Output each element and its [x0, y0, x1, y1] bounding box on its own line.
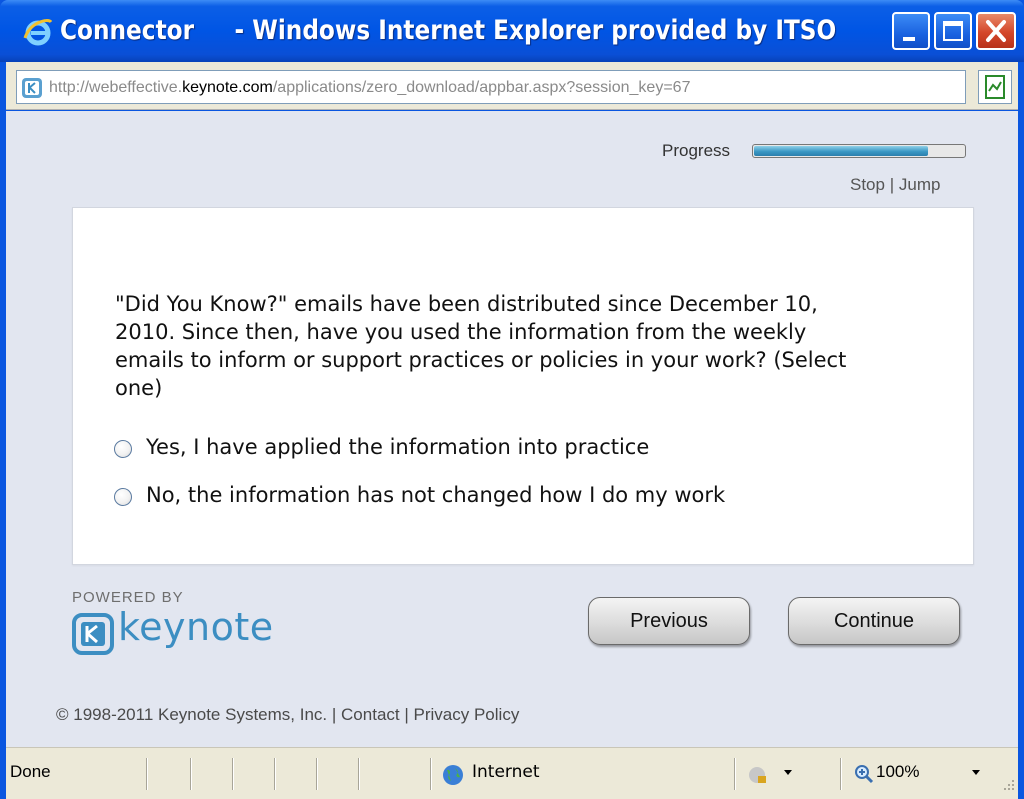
zoom-icon[interactable] — [854, 764, 874, 784]
footer: © 1998-2011 Keynote Systems, Inc. | Cont… — [56, 705, 519, 725]
stop-link[interactable]: Stop — [850, 175, 885, 194]
copyright-text: © 1998-2011 Keynote Systems, Inc. — [56, 705, 328, 724]
radio-button-no[interactable] — [114, 488, 132, 506]
option-yes[interactable]: Yes, I have applied the information into… — [114, 431, 649, 463]
status-separator — [358, 758, 359, 790]
progress-fill — [754, 146, 928, 156]
continue-button[interactable]: Continue — [788, 597, 960, 645]
nav-separator: | — [889, 175, 895, 194]
progress-bar — [752, 144, 966, 158]
status-separator — [840, 758, 841, 790]
keynote-logo-text: keynote — [118, 605, 274, 649]
url-domain: keynote.com — [182, 79, 273, 96]
maximize-button[interactable] — [934, 12, 972, 50]
browser-window: Connector - Windows Internet Explorer pr… — [0, 0, 1024, 799]
url-suffix: /applications/zero_download/appbar.aspx?… — [272, 79, 691, 96]
option-yes-label: Yes, I have applied the information into… — [146, 435, 650, 459]
ie-logo-icon — [23, 19, 53, 46]
previous-button[interactable]: Previous — [588, 597, 750, 645]
nav-links: Stop | Jump — [850, 175, 940, 195]
zoom-level[interactable]: 100% — [876, 762, 919, 782]
globe-icon — [443, 765, 463, 785]
window-title: Connector - Windows Internet Explorer pr… — [60, 15, 837, 46]
url-text: http://webeffective.keynote.com/applicat… — [49, 71, 959, 105]
keynote-favicon-icon — [22, 78, 42, 98]
chevron-down-icon[interactable] — [972, 770, 980, 775]
compatibility-view-icon — [985, 75, 1005, 99]
minimize-button[interactable] — [892, 12, 930, 50]
status-separator — [232, 758, 233, 790]
jump-link[interactable]: Jump — [899, 175, 941, 194]
status-separator — [734, 758, 735, 790]
question-text: "Did You Know?" emails have been distrib… — [115, 292, 847, 400]
footer-separator: | — [404, 705, 409, 724]
resize-grip-icon[interactable] — [1000, 776, 1016, 792]
status-bar: Done Internet 100% — [6, 747, 1018, 799]
contact-link[interactable]: Contact — [341, 705, 400, 724]
minimize-icon — [903, 37, 915, 41]
status-separator — [274, 758, 275, 790]
close-icon — [986, 20, 1006, 42]
compatibility-view-button[interactable] — [978, 70, 1012, 104]
close-button[interactable] — [976, 12, 1016, 50]
status-separator — [146, 758, 147, 790]
security-zone-text: Internet — [472, 762, 540, 782]
progress-label: Progress — [662, 141, 731, 160]
url-prefix: http://webeffective. — [49, 79, 183, 96]
page-content: Progress Stop | Jump "Did You Know?" ema… — [6, 111, 1018, 747]
chevron-down-icon[interactable] — [784, 770, 792, 775]
status-separator — [190, 758, 191, 790]
maximize-icon — [943, 21, 963, 41]
powered-by-label: POWERED BY — [72, 589, 184, 606]
status-separator — [316, 758, 317, 790]
privacy-policy-link[interactable]: Privacy Policy — [414, 705, 520, 724]
keynote-logo-icon — [72, 613, 114, 655]
option-no-label: No, the information has not changed how … — [146, 483, 726, 507]
status-text: Done — [10, 762, 51, 781]
url-field[interactable]: http://webeffective.keynote.com/applicat… — [16, 70, 966, 104]
title-bar[interactable]: Connector - Windows Internet Explorer pr… — [0, 0, 1024, 62]
radio-button-yes[interactable] — [114, 440, 132, 458]
footer-separator: | — [331, 705, 337, 724]
option-no[interactable]: No, the information has not changed how … — [114, 479, 725, 511]
protected-mode-icon[interactable] — [748, 766, 768, 786]
question-panel: "Did You Know?" emails have been distrib… — [72, 207, 974, 565]
status-separator — [430, 758, 431, 790]
address-bar: http://webeffective.keynote.com/applicat… — [6, 62, 1018, 110]
